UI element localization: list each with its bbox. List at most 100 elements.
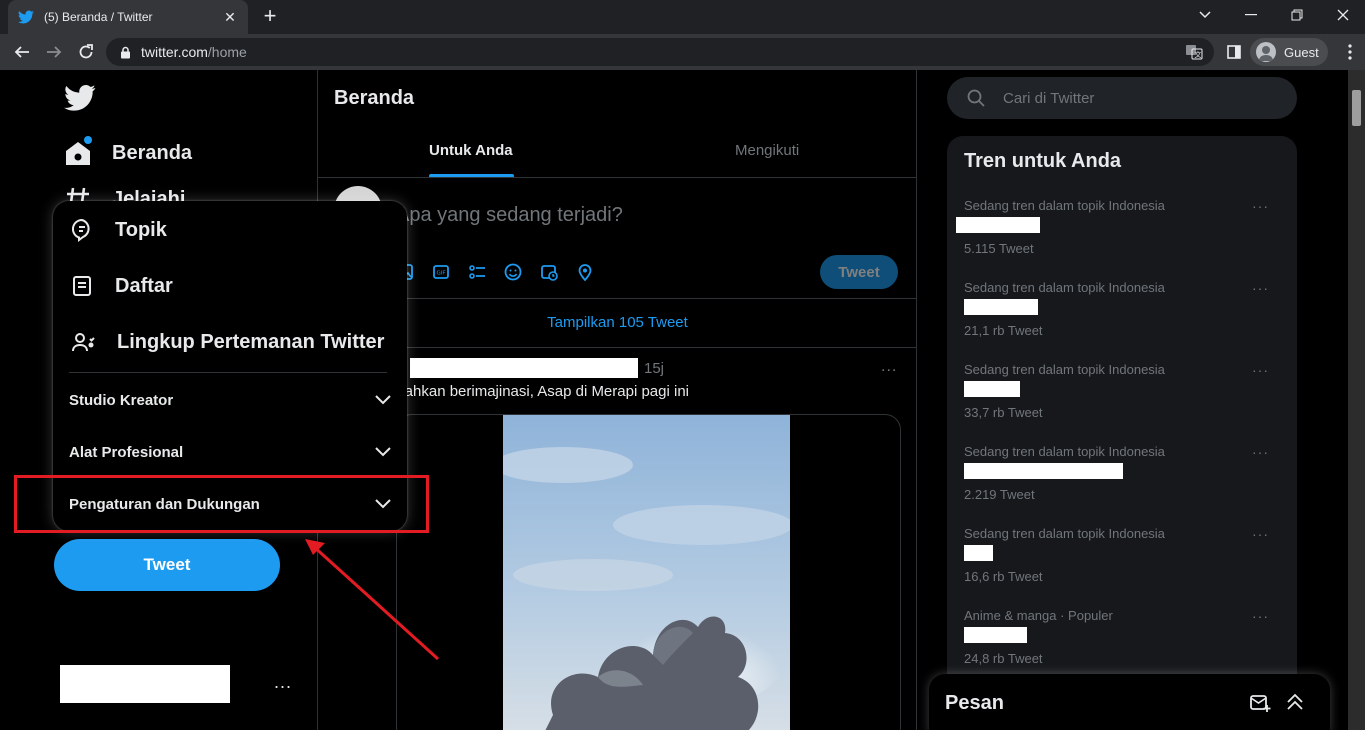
account-switcher[interactable] (60, 665, 230, 703)
accordion-studio-kreator[interactable]: Studio Kreator (69, 385, 391, 415)
trend-context: Anime & manga · Populer (964, 608, 1113, 623)
menu-item-topik[interactable]: Topik (71, 218, 167, 242)
compose-input[interactable]: Apa yang sedang terjadi? (396, 204, 623, 227)
sidebar-item-label: Beranda (112, 141, 193, 164)
trend-count: 33,7 rb Tweet (964, 405, 1043, 420)
schedule-icon[interactable] (540, 262, 576, 282)
menu-item-label: Topik (115, 218, 167, 241)
back-icon[interactable] (10, 40, 34, 64)
show-new-tweets-link[interactable]: Tampilkan 105 Tweet (318, 314, 917, 331)
location-icon[interactable] (576, 262, 612, 282)
trends-panel: Tren untuk Anda Sedang tren dalam topik … (947, 136, 1297, 730)
url-text: twitter.com/home (141, 44, 247, 60)
accordion-label: Studio Kreator (69, 391, 174, 409)
trend-more-icon[interactable]: ··· (1252, 280, 1269, 296)
profile-label: Guest (1284, 44, 1319, 60)
trend-item[interactable]: Sedang tren dalam topik Indonesia 5.115 … (947, 198, 1297, 280)
browser-toolbar: twitter.com/home 文 Guest (0, 34, 1365, 70)
browser-tabbar: (5) Beranda / Twitter ✕ + (0, 0, 1365, 34)
trends-title: Tren untuk Anda (964, 150, 1122, 172)
tab-untuk-anda[interactable]: Untuk Anda (429, 142, 513, 159)
divider (318, 298, 917, 299)
translate-icon[interactable]: 文 (1182, 40, 1206, 64)
post-timestamp[interactable]: 15j (644, 360, 664, 377)
accordion-label: Alat Profesional (69, 443, 184, 461)
trend-context: Sedang tren dalam topik Indonesia (964, 362, 1165, 377)
browser-tab[interactable]: (5) Beranda / Twitter ✕ (8, 0, 248, 34)
expand-up-icon[interactable] (1286, 693, 1304, 711)
trend-name (964, 545, 993, 561)
divider (318, 177, 917, 178)
annotation-arrow-icon (305, 539, 440, 661)
sidebar-item-beranda[interactable]: Beranda (64, 136, 193, 166)
gif-icon[interactable]: GIF (432, 262, 468, 282)
trend-count: 2.219 Tweet (964, 487, 1035, 502)
post-author-name[interactable] (410, 358, 638, 378)
compose-toolbar: GIF (396, 262, 612, 282)
tab-search-icon[interactable] (1182, 0, 1228, 30)
trend-context: Sedang tren dalam topik Indonesia (964, 280, 1165, 295)
lock-icon (121, 46, 130, 58)
right-sidebar: Cari di Twitter Tren untuk Anda Sedang t… (917, 70, 1348, 730)
trend-context: Sedang tren dalam topik Indonesia (964, 198, 1165, 213)
trend-item[interactable]: Sedang tren dalam topik Indonesia 21,1 r… (947, 280, 1297, 362)
close-window-icon[interactable] (1320, 0, 1365, 30)
post-more-icon[interactable]: ... (881, 358, 897, 376)
post-image[interactable] (503, 415, 790, 730)
new-tab-icon[interactable]: + (258, 5, 282, 29)
restore-icon[interactable] (1274, 0, 1320, 30)
topic-icon (71, 218, 90, 242)
menu-item-daftar[interactable]: Daftar (71, 274, 173, 298)
trend-name (964, 299, 1038, 315)
tab-mengikuti[interactable]: Mengikuti (735, 142, 799, 159)
trend-more-icon[interactable]: ··· (1252, 198, 1269, 214)
account-more-icon[interactable]: ... (274, 672, 292, 693)
minimize-icon[interactable] (1228, 0, 1274, 30)
menu-item-lingkup-pertemanan[interactable]: Lingkup Pertemanan Twitter (71, 330, 384, 354)
trend-item[interactable]: Sedang tren dalam topik Indonesia 33,7 r… (947, 362, 1297, 444)
list-icon (73, 276, 91, 296)
accordion-alat-profesional[interactable]: Alat Profesional (69, 437, 391, 467)
reload-icon[interactable] (74, 40, 98, 64)
compose-tweet-button[interactable]: Tweet (820, 255, 898, 289)
forward-icon[interactable] (42, 40, 66, 64)
page-title: Beranda (334, 87, 415, 109)
chevron-down-icon (375, 447, 391, 457)
trend-more-icon[interactable]: ··· (1252, 608, 1269, 624)
trend-name (964, 463, 1123, 479)
side-panel-icon[interactable] (1222, 40, 1246, 64)
trend-count: 16,6 rb Tweet (964, 569, 1043, 584)
address-bar[interactable]: twitter.com/home (106, 38, 1214, 66)
circle-people-icon (72, 333, 95, 352)
trend-count: 5.115 Tweet (964, 241, 1034, 256)
trend-more-icon[interactable]: ··· (1252, 362, 1269, 378)
trend-name (956, 217, 1040, 233)
tweet-button[interactable]: Tweet (54, 539, 280, 591)
tab-title: (5) Beranda / Twitter (44, 10, 153, 24)
trend-item[interactable]: Sedang tren dalam topik Indonesia 2.219 … (947, 444, 1297, 526)
trend-name (964, 381, 1020, 397)
menu-divider (69, 372, 387, 373)
emoji-icon[interactable] (504, 262, 540, 282)
profile-button[interactable]: Guest (1250, 38, 1328, 66)
twitter-logo-icon[interactable] (64, 84, 96, 112)
trend-count: 21,1 rb Tweet (964, 323, 1043, 338)
home-icon (64, 136, 92, 166)
tab-close-icon[interactable]: ✕ (222, 9, 238, 26)
search-input[interactable]: Cari di Twitter (947, 77, 1297, 119)
twitter-favicon-icon (18, 10, 34, 24)
trend-name (964, 627, 1027, 643)
trend-more-icon[interactable]: ··· (1252, 444, 1269, 460)
trend-more-icon[interactable]: ··· (1252, 526, 1269, 542)
scrollbar-thumb[interactable] (1352, 90, 1361, 126)
poll-icon[interactable] (468, 262, 504, 282)
messages-title: Pesan (945, 692, 1004, 714)
messages-drawer[interactable]: Pesan (929, 674, 1330, 730)
page-scrollbar[interactable] (1348, 70, 1365, 730)
svg-text:GIF: GIF (437, 271, 446, 277)
browser-menu-icon[interactable] (1338, 40, 1362, 64)
trend-context: Sedang tren dalam topik Indonesia (964, 526, 1165, 541)
trend-item[interactable]: Sedang tren dalam topik Indonesia 16,6 r… (947, 526, 1297, 608)
svg-text:文: 文 (1195, 50, 1202, 59)
new-message-icon[interactable] (1249, 693, 1271, 713)
